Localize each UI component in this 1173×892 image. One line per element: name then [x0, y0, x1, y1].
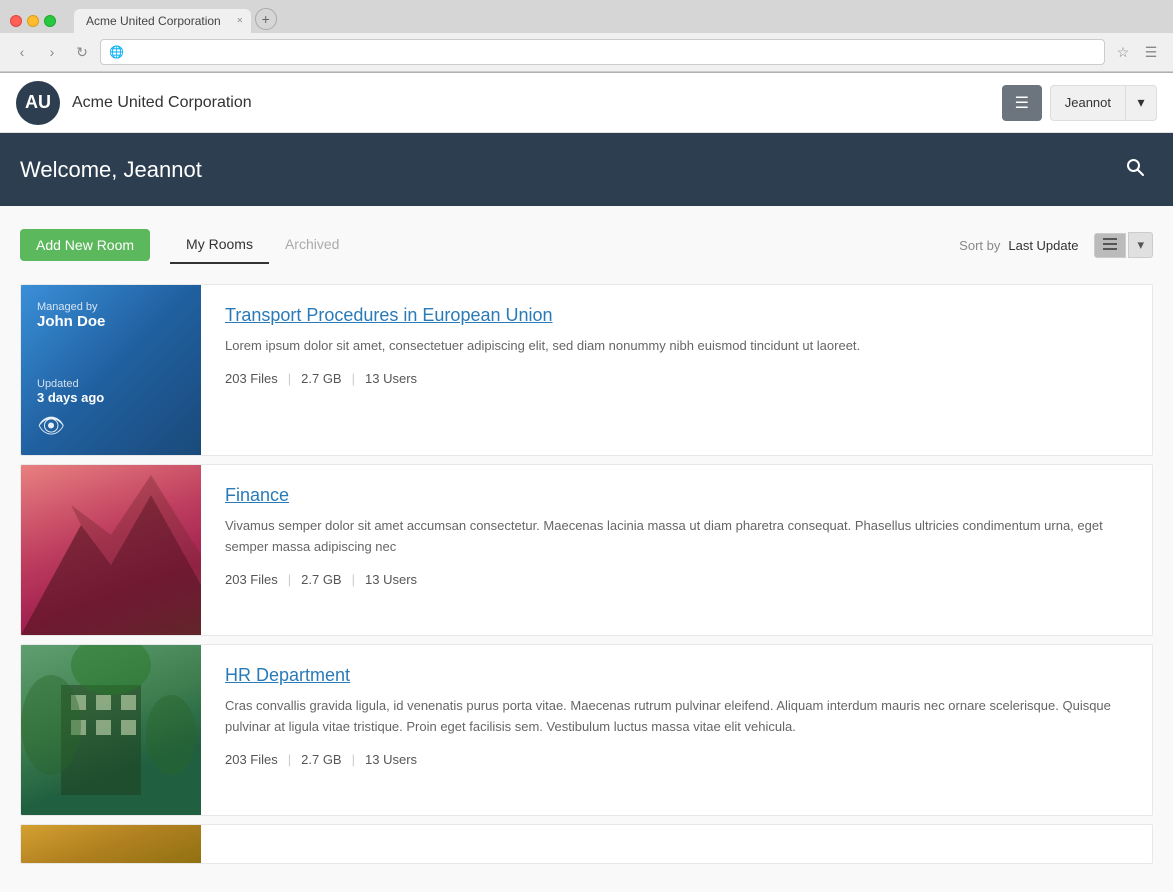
room-tabs: My Rooms Archived [170, 226, 355, 264]
sort-value[interactable]: Last Update [1008, 238, 1078, 253]
bookmark-button[interactable]: ☆ [1111, 40, 1135, 64]
room-item: Finance Vivamus semper dolor sit amet ac… [20, 464, 1153, 636]
storage-size: 2.7 GB [301, 752, 341, 767]
room-info: Finance Vivamus semper dolor sit amet ac… [201, 465, 1152, 635]
content-area: Add New Room My Rooms Archived Sort by L… [0, 206, 1173, 892]
room-description: Cras convallis gravida ligula, id venena… [225, 696, 1128, 738]
address-bar[interactable]: 🌐 [100, 39, 1105, 65]
managed-by-label: Managed by [37, 301, 185, 313]
search-button[interactable] [1117, 153, 1153, 186]
company-name: Acme United Corporation [72, 94, 252, 112]
update-section: Updated 3 days ago 👁 [37, 370, 185, 439]
room-description: Lorem ipsum dolor sit amet, consectetuer… [225, 336, 1128, 357]
room-title[interactable]: Transport Procedures in European Union [225, 305, 553, 326]
browser-chrome: Acme United Corporation × + ‹ › ↻ 🌐 ☆ ☰ [0, 0, 1173, 73]
building-illustration [21, 645, 201, 815]
files-count: 203 Files [225, 371, 278, 386]
company-logo[interactable]: AU [16, 81, 60, 125]
room-item: Managed by John Doe Updated 3 days ago 👁… [20, 284, 1153, 456]
room-item: HR Department Cras convallis gravida lig… [20, 644, 1153, 816]
dropdown-chevron-icon: ▾ [1137, 237, 1144, 252]
separator-1: | [288, 371, 291, 386]
room-thumbnail-gold[interactable] [21, 825, 201, 864]
files-count: 203 Files [225, 572, 278, 587]
reload-button[interactable]: ↻ [70, 40, 94, 64]
list-view-icon [1103, 238, 1117, 250]
separator-2: | [352, 572, 355, 587]
grid-view-button[interactable]: ▾ [1128, 232, 1153, 258]
new-tab-button[interactable]: + [255, 8, 277, 30]
tab-title: Acme United Corporation [86, 14, 221, 28]
room-meta: 203 Files | 2.7 GB | 13 Users [225, 752, 1128, 767]
search-icon [1125, 157, 1145, 177]
user-name-button[interactable]: Jeannot [1050, 85, 1125, 121]
tab-close-icon[interactable]: × [237, 16, 243, 27]
forward-button[interactable]: › [40, 40, 64, 64]
separator-1: | [288, 572, 291, 587]
manager-name: John Doe [37, 313, 185, 330]
window-controls [10, 15, 56, 27]
globe-icon: 🌐 [109, 45, 124, 59]
room-info [201, 825, 1152, 864]
room-thumbnail-pink[interactable] [21, 465, 201, 635]
updated-time: 3 days ago [37, 390, 185, 405]
close-window-dot[interactable] [10, 15, 22, 27]
room-info: HR Department Cras convallis gravida lig… [201, 645, 1152, 815]
room-list: Managed by John Doe Updated 3 days ago 👁… [20, 284, 1153, 872]
mountain-illustration [21, 465, 201, 635]
storage-size: 2.7 GB [301, 371, 341, 386]
tab-my-rooms[interactable]: My Rooms [170, 226, 269, 264]
managed-by-section: Managed by John Doe [37, 301, 185, 330]
user-dropdown-button[interactable]: ▾ [1125, 85, 1157, 121]
add-new-room-button[interactable]: Add New Room [20, 229, 150, 261]
minimize-window-dot[interactable] [27, 15, 39, 27]
users-count: 13 Users [365, 371, 417, 386]
back-button[interactable]: ‹ [10, 40, 34, 64]
maximize-window-dot[interactable] [44, 15, 56, 27]
room-meta: 203 Files | 2.7 GB | 13 Users [225, 371, 1128, 386]
browser-titlebar: Acme United Corporation × + [0, 0, 1173, 33]
room-title[interactable]: HR Department [225, 665, 350, 686]
storage-size: 2.7 GB [301, 572, 341, 587]
separator-2: | [352, 371, 355, 386]
room-item [20, 824, 1153, 864]
room-meta: 203 Files | 2.7 GB | 13 Users [225, 572, 1128, 587]
user-menu: Jeannot ▾ [1050, 85, 1157, 121]
room-info: Transport Procedures in European Union L… [201, 285, 1152, 455]
active-tab[interactable]: Acme United Corporation × [74, 9, 251, 33]
sort-area: Sort by Last Update ▾ [959, 232, 1153, 258]
hamburger-menu-button[interactable]: ☰ [1002, 85, 1042, 121]
users-count: 13 Users [365, 752, 417, 767]
eye-icon: 👁 [37, 413, 185, 439]
updated-label: Updated [37, 378, 185, 390]
app-container: AU Acme United Corporation ☰ Jeannot ▾ W… [0, 73, 1173, 892]
toolbar-right: ☆ ☰ [1111, 40, 1163, 64]
sort-by-label: Sort by [959, 238, 1000, 253]
tab-archived[interactable]: Archived [269, 226, 355, 264]
files-count: 203 Files [225, 752, 278, 767]
room-title[interactable]: Finance [225, 485, 289, 506]
welcome-message: Welcome, Jeannot [20, 157, 1117, 183]
separator-2: | [352, 752, 355, 767]
users-count: 13 Users [365, 572, 417, 587]
list-view-button[interactable] [1094, 233, 1126, 258]
room-thumbnail-blue[interactable]: Managed by John Doe Updated 3 days ago 👁 [21, 285, 201, 455]
room-thumbnail-green[interactable] [21, 645, 201, 815]
welcome-bar: Welcome, Jeannot [0, 133, 1173, 206]
browser-tabs: Acme United Corporation × + [74, 8, 277, 33]
app-header: AU Acme United Corporation ☰ Jeannot ▾ [0, 73, 1173, 133]
browser-menu-button[interactable]: ☰ [1139, 40, 1163, 64]
tabs-row: Add New Room My Rooms Archived Sort by L… [20, 226, 1153, 264]
view-toggle: ▾ [1094, 232, 1153, 258]
room-description: Vivamus semper dolor sit amet accumsan c… [225, 516, 1128, 558]
browser-toolbar: ‹ › ↻ 🌐 ☆ ☰ [0, 33, 1173, 72]
separator-1: | [288, 752, 291, 767]
